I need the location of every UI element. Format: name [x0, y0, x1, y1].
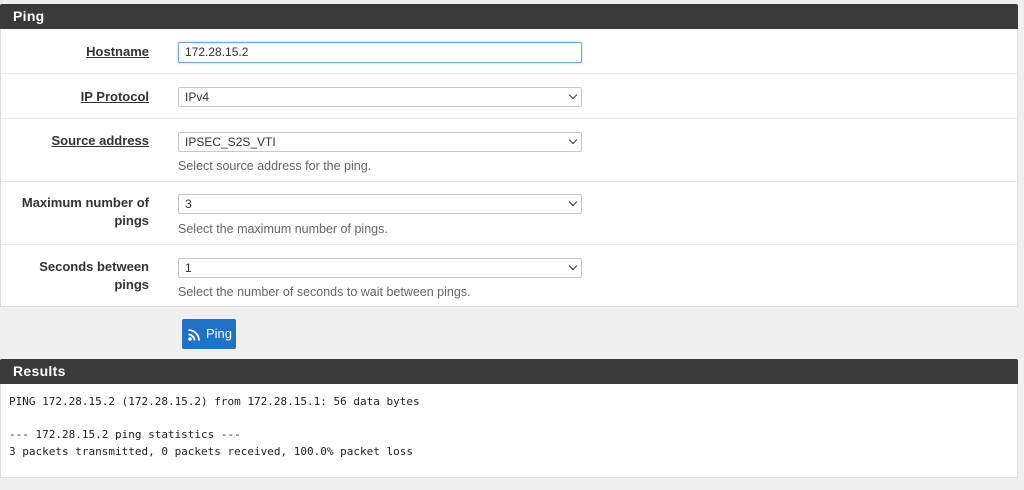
seconds-between-help: Select the number of seconds to wait bet… [178, 285, 471, 299]
max-pings-help: Select the maximum number of pings. [178, 222, 388, 236]
seconds-between-value: 1 [185, 261, 192, 275]
ping-button-label: Ping [206, 326, 233, 341]
ip-protocol-label[interactable]: IP Protocol [81, 88, 149, 106]
ip-protocol-value: IPv4 [185, 90, 210, 104]
chevron-down-icon [568, 261, 578, 271]
hostname-row: Hostname 172.28.15.2 [1, 29, 1017, 74]
hostname-label[interactable]: Hostname [86, 43, 149, 61]
chevron-down-icon [568, 90, 578, 100]
results-panel-title: Results [0, 359, 1018, 384]
chevron-down-icon [568, 197, 578, 207]
result-line [9, 411, 1009, 428]
ping-button[interactable]: Ping [182, 319, 236, 349]
max-pings-label: Maximum number of pings [22, 194, 149, 230]
result-line: PING 172.28.15.2 (172.28.15.2) from 172.… [9, 395, 420, 408]
ip-protocol-row: IP Protocol IPv4 [1, 74, 1017, 119]
seconds-between-row: Seconds between pings 1 Select the numbe… [1, 245, 1017, 306]
max-pings-row: Maximum number of pings 3 Select the max… [1, 182, 1017, 245]
ping-form: Hostname 172.28.15.2 IP Protocol IPv4 So… [0, 29, 1018, 307]
source-address-row: Source address IPSEC_S2S_VTI Select sour… [1, 119, 1017, 182]
results-output: PING 172.28.15.2 (172.28.15.2) from 172.… [0, 384, 1018, 478]
max-pings-label-line1: Maximum number of [21, 195, 149, 210]
chevron-down-icon [568, 135, 578, 145]
max-pings-value: 3 [185, 197, 192, 211]
result-line: --- 172.28.15.2 ping statistics --- [9, 428, 241, 441]
source-address-select[interactable]: IPSEC_S2S_VTI [178, 132, 582, 152]
ping-panel: Ping Hostname 172.28.15.2 IP Protocol IP… [0, 4, 1018, 307]
seconds-between-select[interactable]: 1 [178, 258, 582, 278]
max-pings-label-line2: pings [114, 213, 149, 228]
source-address-label[interactable]: Source address [51, 132, 149, 150]
source-address-help: Select source address for the ping. [178, 159, 372, 173]
result-line: 3 packets transmitted, 0 packets receive… [9, 444, 413, 458]
ip-protocol-select[interactable]: IPv4 [178, 87, 582, 107]
hostname-input[interactable]: 172.28.15.2 [178, 42, 582, 63]
max-pings-select[interactable]: 3 [178, 194, 582, 214]
ping-panel-title: Ping [0, 4, 1018, 29]
source-address-value: IPSEC_S2S_VTI [185, 135, 276, 149]
rss-icon [188, 329, 200, 341]
seconds-between-label: Seconds between pings [39, 259, 149, 292]
results-panel: Results PING 172.28.15.2 (172.28.15.2) f… [0, 359, 1018, 478]
